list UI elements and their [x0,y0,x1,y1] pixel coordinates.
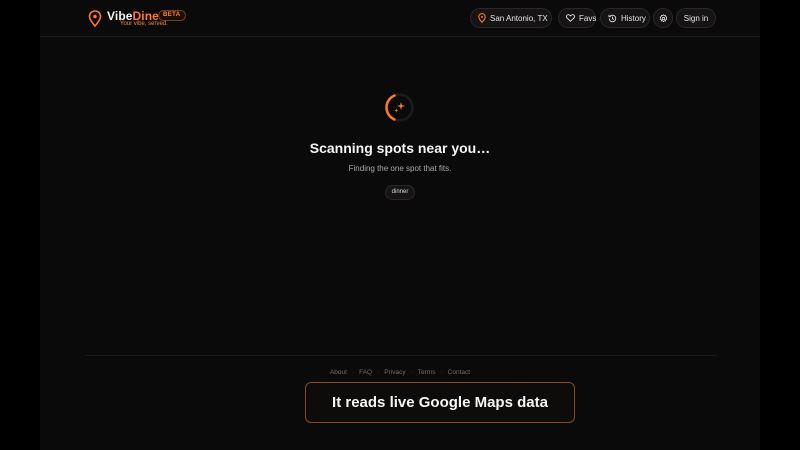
favs-button[interactable]: Favs [558,8,596,28]
sign-in-button[interactable]: Sign in [676,8,716,28]
heart-icon [566,14,575,22]
favs-label: Favs [579,13,597,23]
gear-icon [659,13,667,22]
beta-badge: BETA [158,10,186,21]
footer-divider [85,355,717,356]
footer-separator: · [410,369,413,376]
footer-links: About · FAQ · Privacy · Terms · Contact [40,369,760,376]
sparkle-icon [394,102,405,113]
footer-separator: · [440,369,443,376]
loading-title: Scanning spots near you… [309,140,491,156]
history-icon [608,14,617,22]
logo-pin-icon [88,10,102,27]
location-label: San Antonio, TX [490,13,548,23]
footer-separator: · [377,369,380,376]
caption-overlay: It reads live Google Maps data [305,382,575,423]
header: VibeDine BETA Your vibe, served. San Ant… [40,0,760,37]
loading-spinner [385,93,414,122]
loading-subtitle: Finding the one spot that fits. [348,164,452,173]
settings-button[interactable] [653,8,673,28]
history-button[interactable]: History [600,8,650,28]
footer-link-about[interactable]: About [330,369,347,376]
footer-link-contact[interactable]: Contact [448,369,470,376]
footer-link-faq[interactable]: FAQ [359,369,372,376]
location-button[interactable]: San Antonio, TX [470,8,552,28]
footer-link-privacy[interactable]: Privacy [384,369,405,376]
app-page: VibeDine BETA Your vibe, served. San Ant… [40,0,760,450]
tagline: Your vibe, served. [120,21,168,27]
meal-chip: dinner [385,185,415,200]
footer-link-terms[interactable]: Terms [418,369,436,376]
history-label: History [621,13,646,23]
footer-separator: · [351,369,355,376]
map-pin-icon [478,13,486,23]
